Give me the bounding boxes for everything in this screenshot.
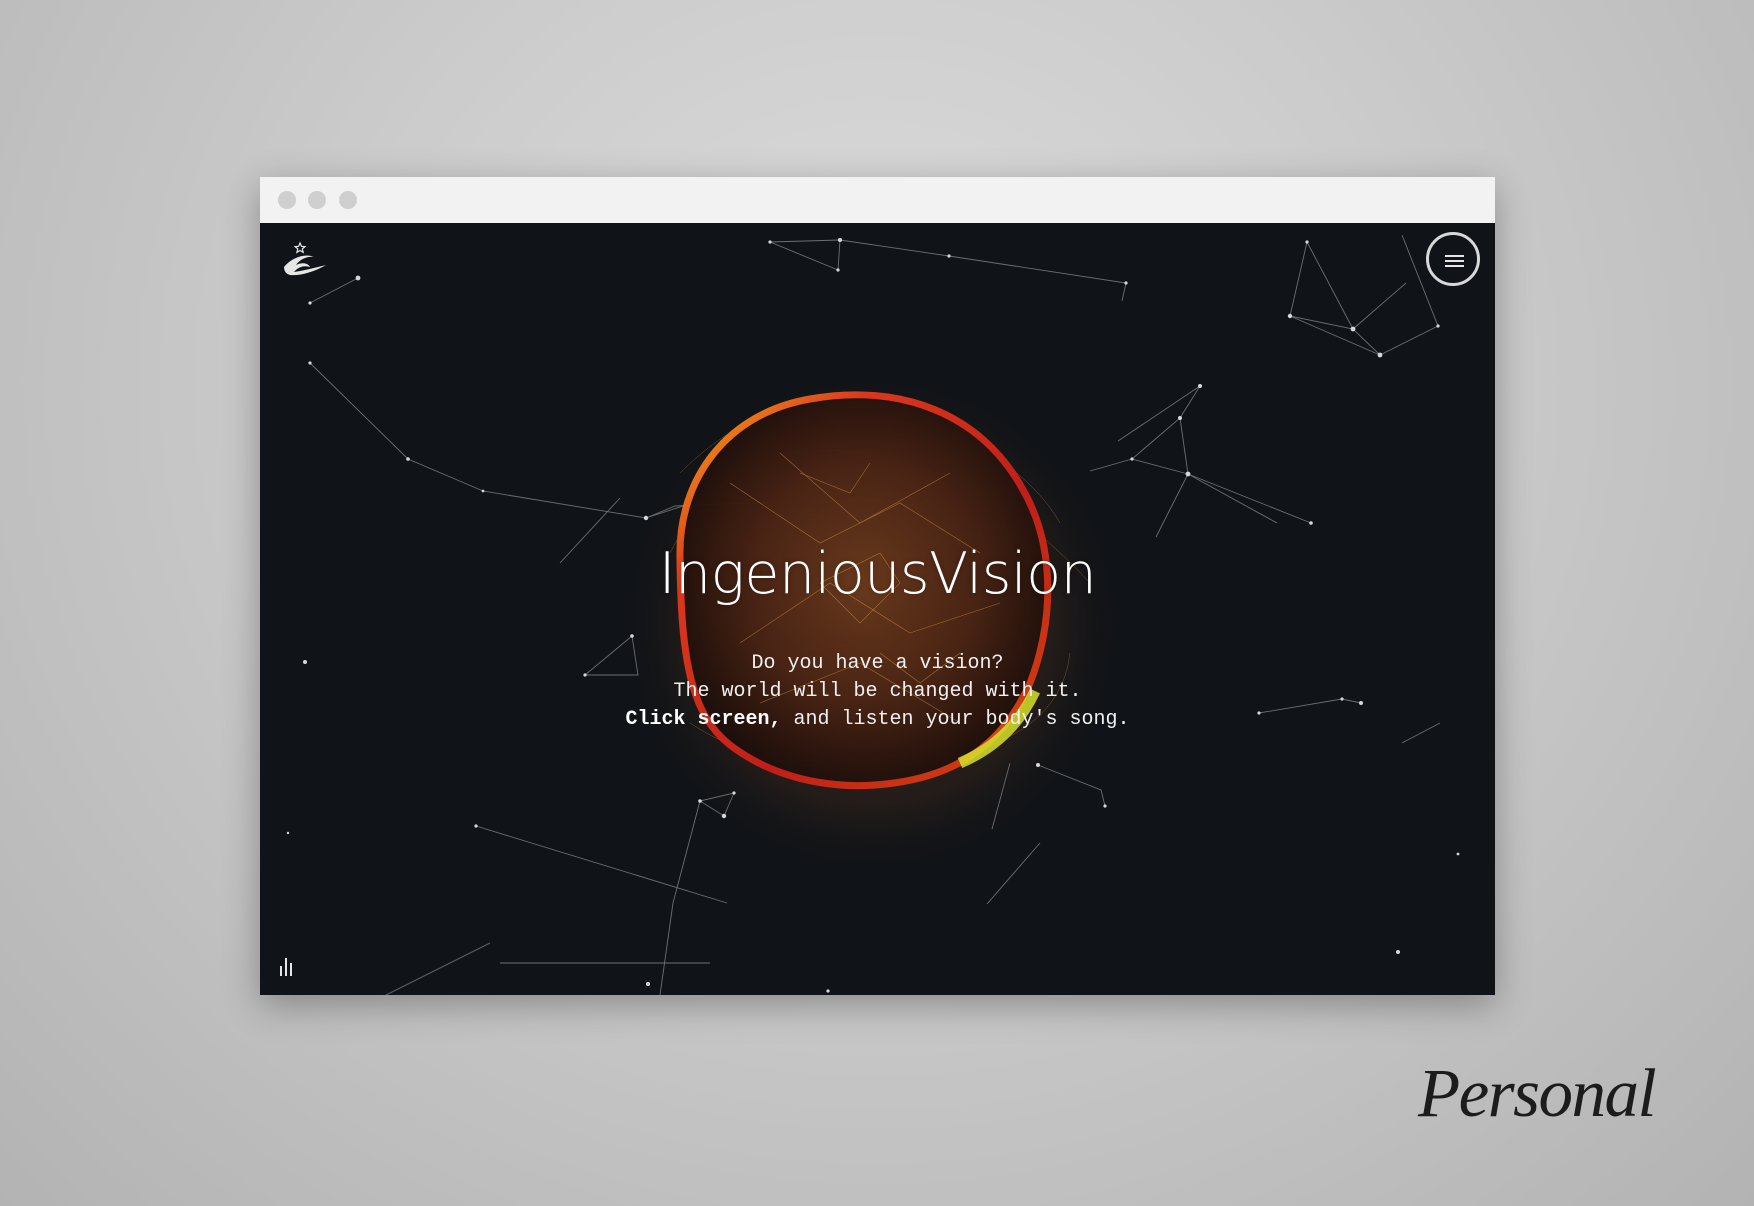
menu-button[interactable] (1426, 232, 1480, 286)
browser-window: IngeniousVision Do you have a vision? Th… (260, 177, 1495, 995)
site-viewport[interactable]: IngeniousVision Do you have a vision? Th… (260, 223, 1495, 995)
intro-line-2: The world will be changed with it. (673, 680, 1082, 703)
hamburger-icon (1445, 255, 1464, 257)
ingenious-vision-logo[interactable] (274, 241, 330, 281)
click-screen-emphasis: Click screen, (625, 708, 782, 731)
intro-line-3: Click screen, and listen your body's son… (260, 706, 1495, 734)
sound-bars-icon[interactable] (279, 956, 297, 976)
category-caption: Personal (1418, 1055, 1657, 1131)
intro-line-1: Do you have a vision? (751, 652, 1004, 675)
constellation-background (286, 234, 1460, 995)
intro-line-3-rest: and listen your body's song. (781, 708, 1130, 731)
maximize-dot[interactable] (339, 191, 357, 209)
browser-titlebar (260, 177, 1495, 223)
minimize-dot[interactable] (308, 191, 326, 209)
hero-title: IngeniousVision (658, 541, 1097, 607)
hero-intro[interactable]: Do you have a vision? The world will be … (260, 650, 1495, 734)
close-dot[interactable] (278, 191, 296, 209)
